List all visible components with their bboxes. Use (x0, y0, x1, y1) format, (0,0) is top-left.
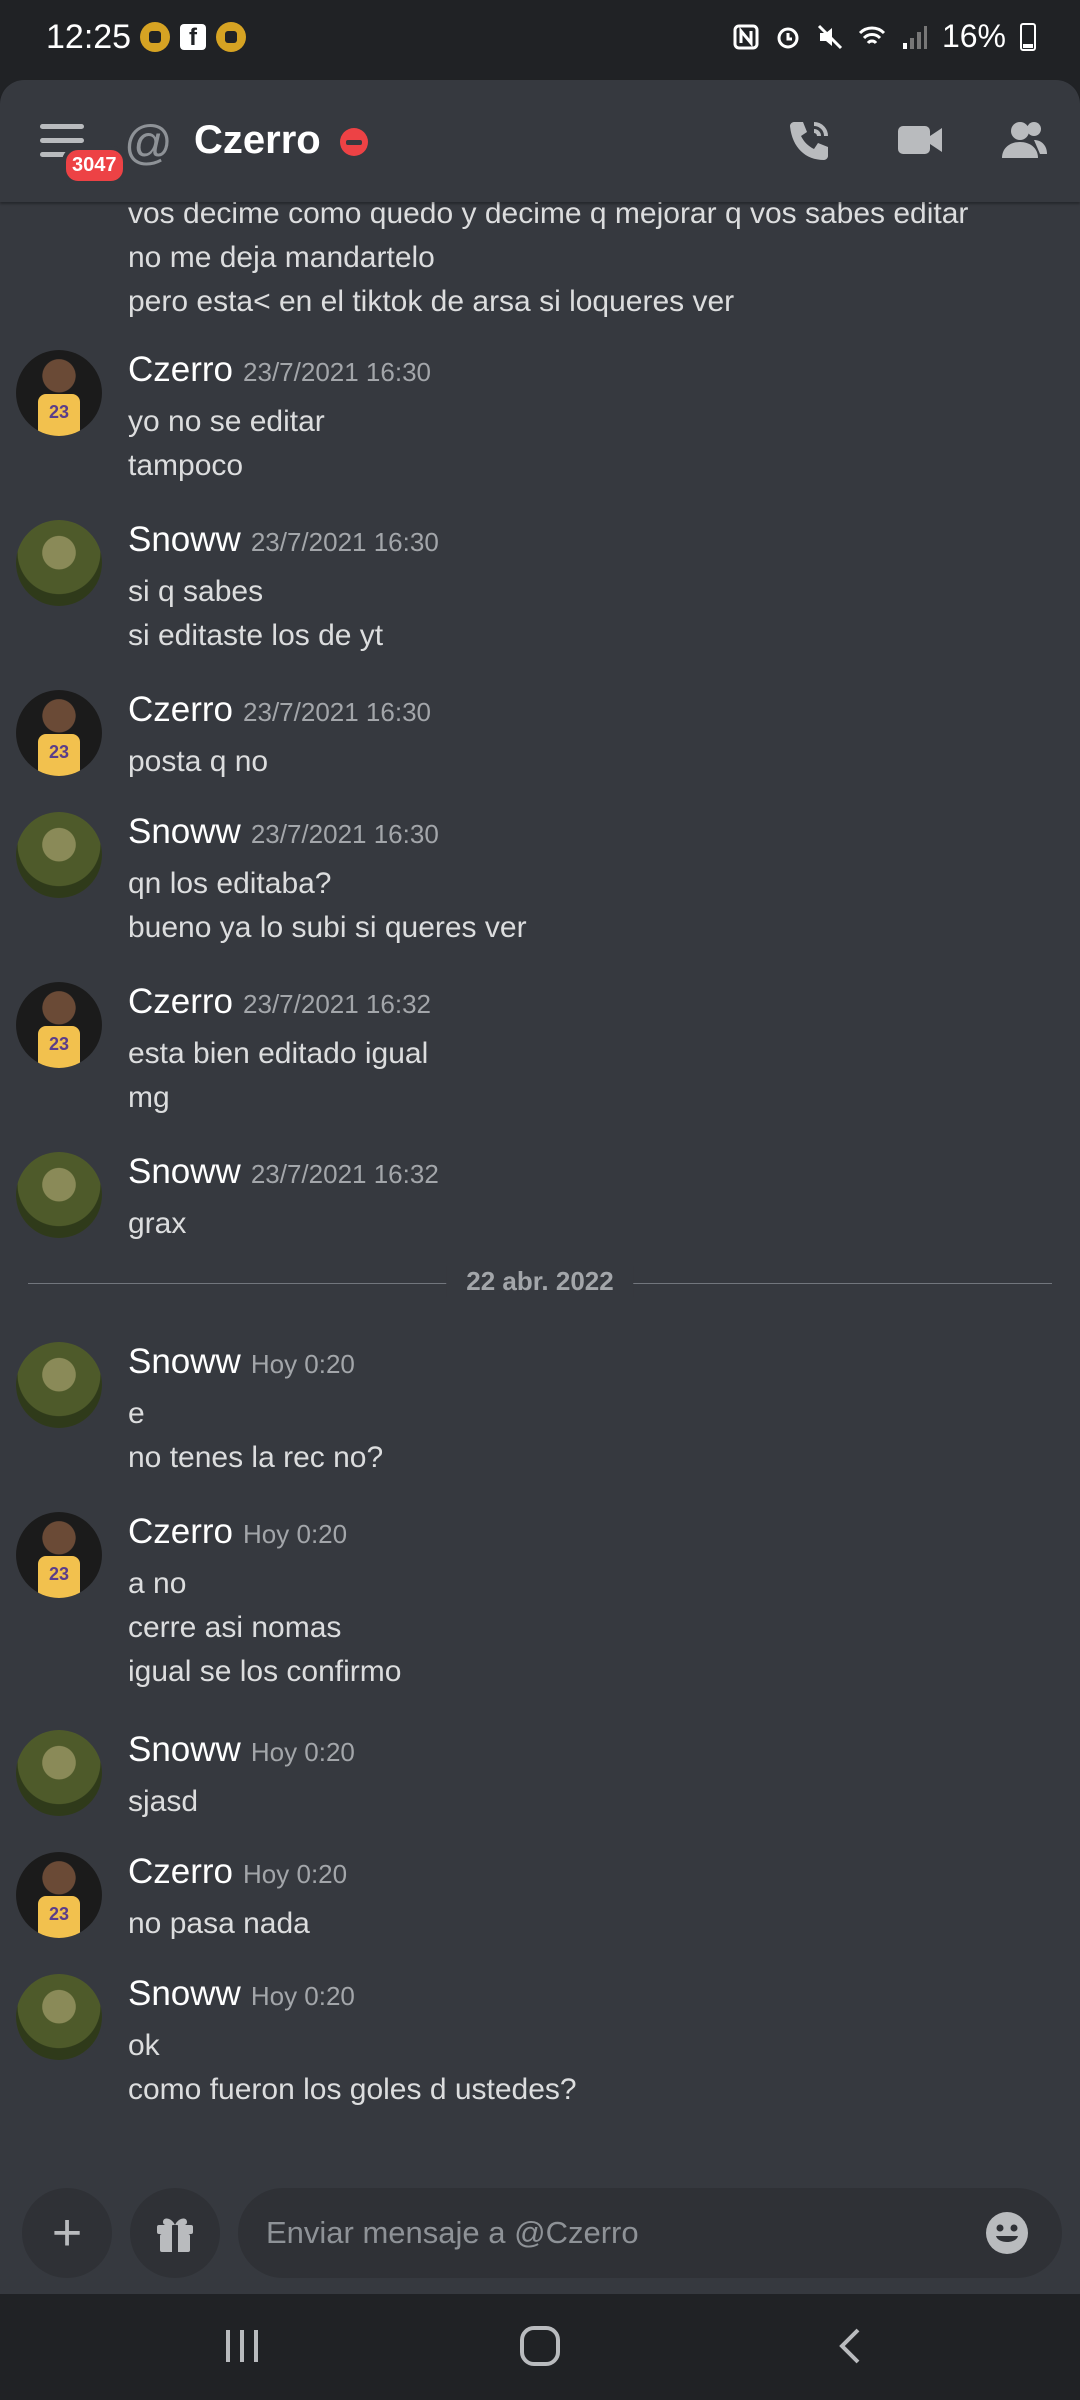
continued-message: vos decime como quedo y decime q mejorar… (128, 192, 968, 324)
message-author[interactable]: Czerro 23/7/2021 16:30 (128, 690, 431, 730)
message-author[interactable]: Czerro Hoy 0:20 (128, 1512, 347, 1552)
battery-percent: 16% (941, 18, 1006, 54)
message-text: esta bien editado igual (128, 1037, 429, 1070)
message-text: como fueron los goles d ustedes? (128, 2073, 577, 2106)
message-timestamp: Hoy 0:20 (243, 1859, 348, 1889)
plus-icon[interactable]: + (22, 2188, 112, 2278)
message-text: si q sabes (128, 575, 264, 608)
message-list[interactable]: vos decime como quedo y decime q mejorar… (0, 190, 1080, 2180)
avatar[interactable] (16, 520, 102, 606)
message-timestamp: 23/7/2021 16:30 (250, 819, 439, 849)
message-author[interactable]: Czerro Hoy 0:20 (128, 1852, 347, 1892)
date-divider: 22 abr. 2022 (28, 1266, 1052, 1297)
home-icon[interactable] (510, 2324, 570, 2368)
avatar[interactable] (16, 1512, 102, 1598)
message-text: no pasa nada (128, 1907, 310, 1940)
message-text: posta q no (128, 745, 269, 778)
avatar[interactable] (16, 1974, 102, 2060)
date-divider-label: 22 abr. 2022 (446, 1266, 634, 1297)
message-text: no me deja mandartelo (128, 241, 435, 274)
back-icon[interactable] (820, 2324, 880, 2368)
message-text: si editaste los de yt (128, 619, 384, 652)
message-input[interactable] (238, 2188, 1062, 2278)
message-timestamp: 23/7/2021 16:32 (250, 1159, 439, 1189)
message-text: e (128, 1397, 145, 1430)
emoji-icon[interactable] (984, 2210, 1030, 2256)
message-author[interactable]: Snoww Hoy 0:20 (128, 1342, 355, 1382)
avatar[interactable] (16, 1730, 102, 1816)
message-composer: + (0, 2180, 1080, 2294)
avatar[interactable] (16, 982, 102, 1068)
status-bar: 12:25 f 16% (0, 0, 1080, 80)
message-timestamp: 23/7/2021 16:30 (243, 357, 431, 387)
notification-icons: f (140, 22, 246, 52)
message-text: no tenes la rec no? (128, 1441, 384, 1474)
phone-call-icon[interactable] (786, 118, 834, 162)
channel-header: 3047 @ Czerro (0, 80, 1080, 202)
dnd-status-icon (340, 128, 368, 156)
app-notification-icon (140, 22, 170, 52)
nfc-icon (733, 24, 759, 49)
unread-badge: 3047 (62, 146, 127, 185)
avatar[interactable] (16, 1342, 102, 1428)
dm-title[interactable]: Czerro (194, 118, 321, 163)
message-text: grax (128, 1207, 187, 1240)
video-camera-icon[interactable] (896, 118, 944, 162)
app-notification-icon (216, 22, 246, 52)
signal-icon (902, 25, 927, 49)
avatar[interactable] (16, 812, 102, 898)
message-text: sjasd (128, 1785, 199, 1818)
message-text: mg (128, 1081, 170, 1114)
alarm-icon (777, 27, 799, 48)
system-nav-bar (0, 2294, 1080, 2400)
message-author[interactable]: Snoww Hoy 0:20 (128, 1974, 355, 2014)
message-timestamp: Hoy 0:20 (243, 1519, 348, 1549)
message-author[interactable]: Czerro 23/7/2021 16:30 (128, 350, 431, 390)
avatar[interactable] (16, 1152, 102, 1238)
gift-icon[interactable] (130, 2188, 220, 2278)
message-timestamp: Hoy 0:20 (250, 1981, 355, 2011)
avatar[interactable] (16, 1852, 102, 1938)
message-text: cerre asi nomas (128, 1611, 342, 1644)
message-timestamp: 23/7/2021 16:30 (243, 697, 431, 727)
message-text: a no (128, 1567, 187, 1600)
message-author[interactable]: Snoww 23/7/2021 16:32 (128, 1152, 439, 1192)
battery-icon (1020, 22, 1036, 51)
message-text: tampoco (128, 449, 244, 482)
message-text: ok (128, 2029, 160, 2062)
members-icon[interactable] (1000, 118, 1048, 162)
message-text: igual se los confirmo (128, 1655, 402, 1688)
status-time: 12:25 (46, 18, 132, 56)
at-icon: @ (124, 117, 173, 170)
avatar[interactable] (16, 690, 102, 776)
message-author[interactable]: Czerro 23/7/2021 16:32 (128, 982, 431, 1022)
wifi-icon (858, 26, 886, 44)
message-author[interactable]: Snoww 23/7/2021 16:30 (128, 520, 439, 560)
facebook-icon: f (180, 24, 206, 51)
system-icons: 16% (732, 18, 1036, 55)
message-timestamp: Hoy 0:20 (250, 1737, 355, 1767)
message-timestamp: 23/7/2021 16:32 (243, 989, 431, 1019)
message-text: qn los editaba? (128, 867, 332, 900)
message-text: yo no se editar (128, 405, 325, 438)
message-author[interactable]: Snoww Hoy 0:20 (128, 1730, 355, 1770)
message-timestamp: 23/7/2021 16:30 (250, 527, 439, 557)
message-text: bueno ya lo subi si queres ver (128, 911, 527, 944)
message-text: pero esta< en el tiktok de arsa si loque… (128, 285, 735, 318)
message-timestamp: Hoy 0:20 (250, 1349, 355, 1379)
avatar[interactable] (16, 350, 102, 436)
gift-glyph (157, 2218, 193, 2252)
message-author[interactable]: Snoww 23/7/2021 16:30 (128, 812, 439, 852)
recent-apps-icon[interactable] (212, 2324, 272, 2368)
mute-icon (817, 24, 843, 49)
